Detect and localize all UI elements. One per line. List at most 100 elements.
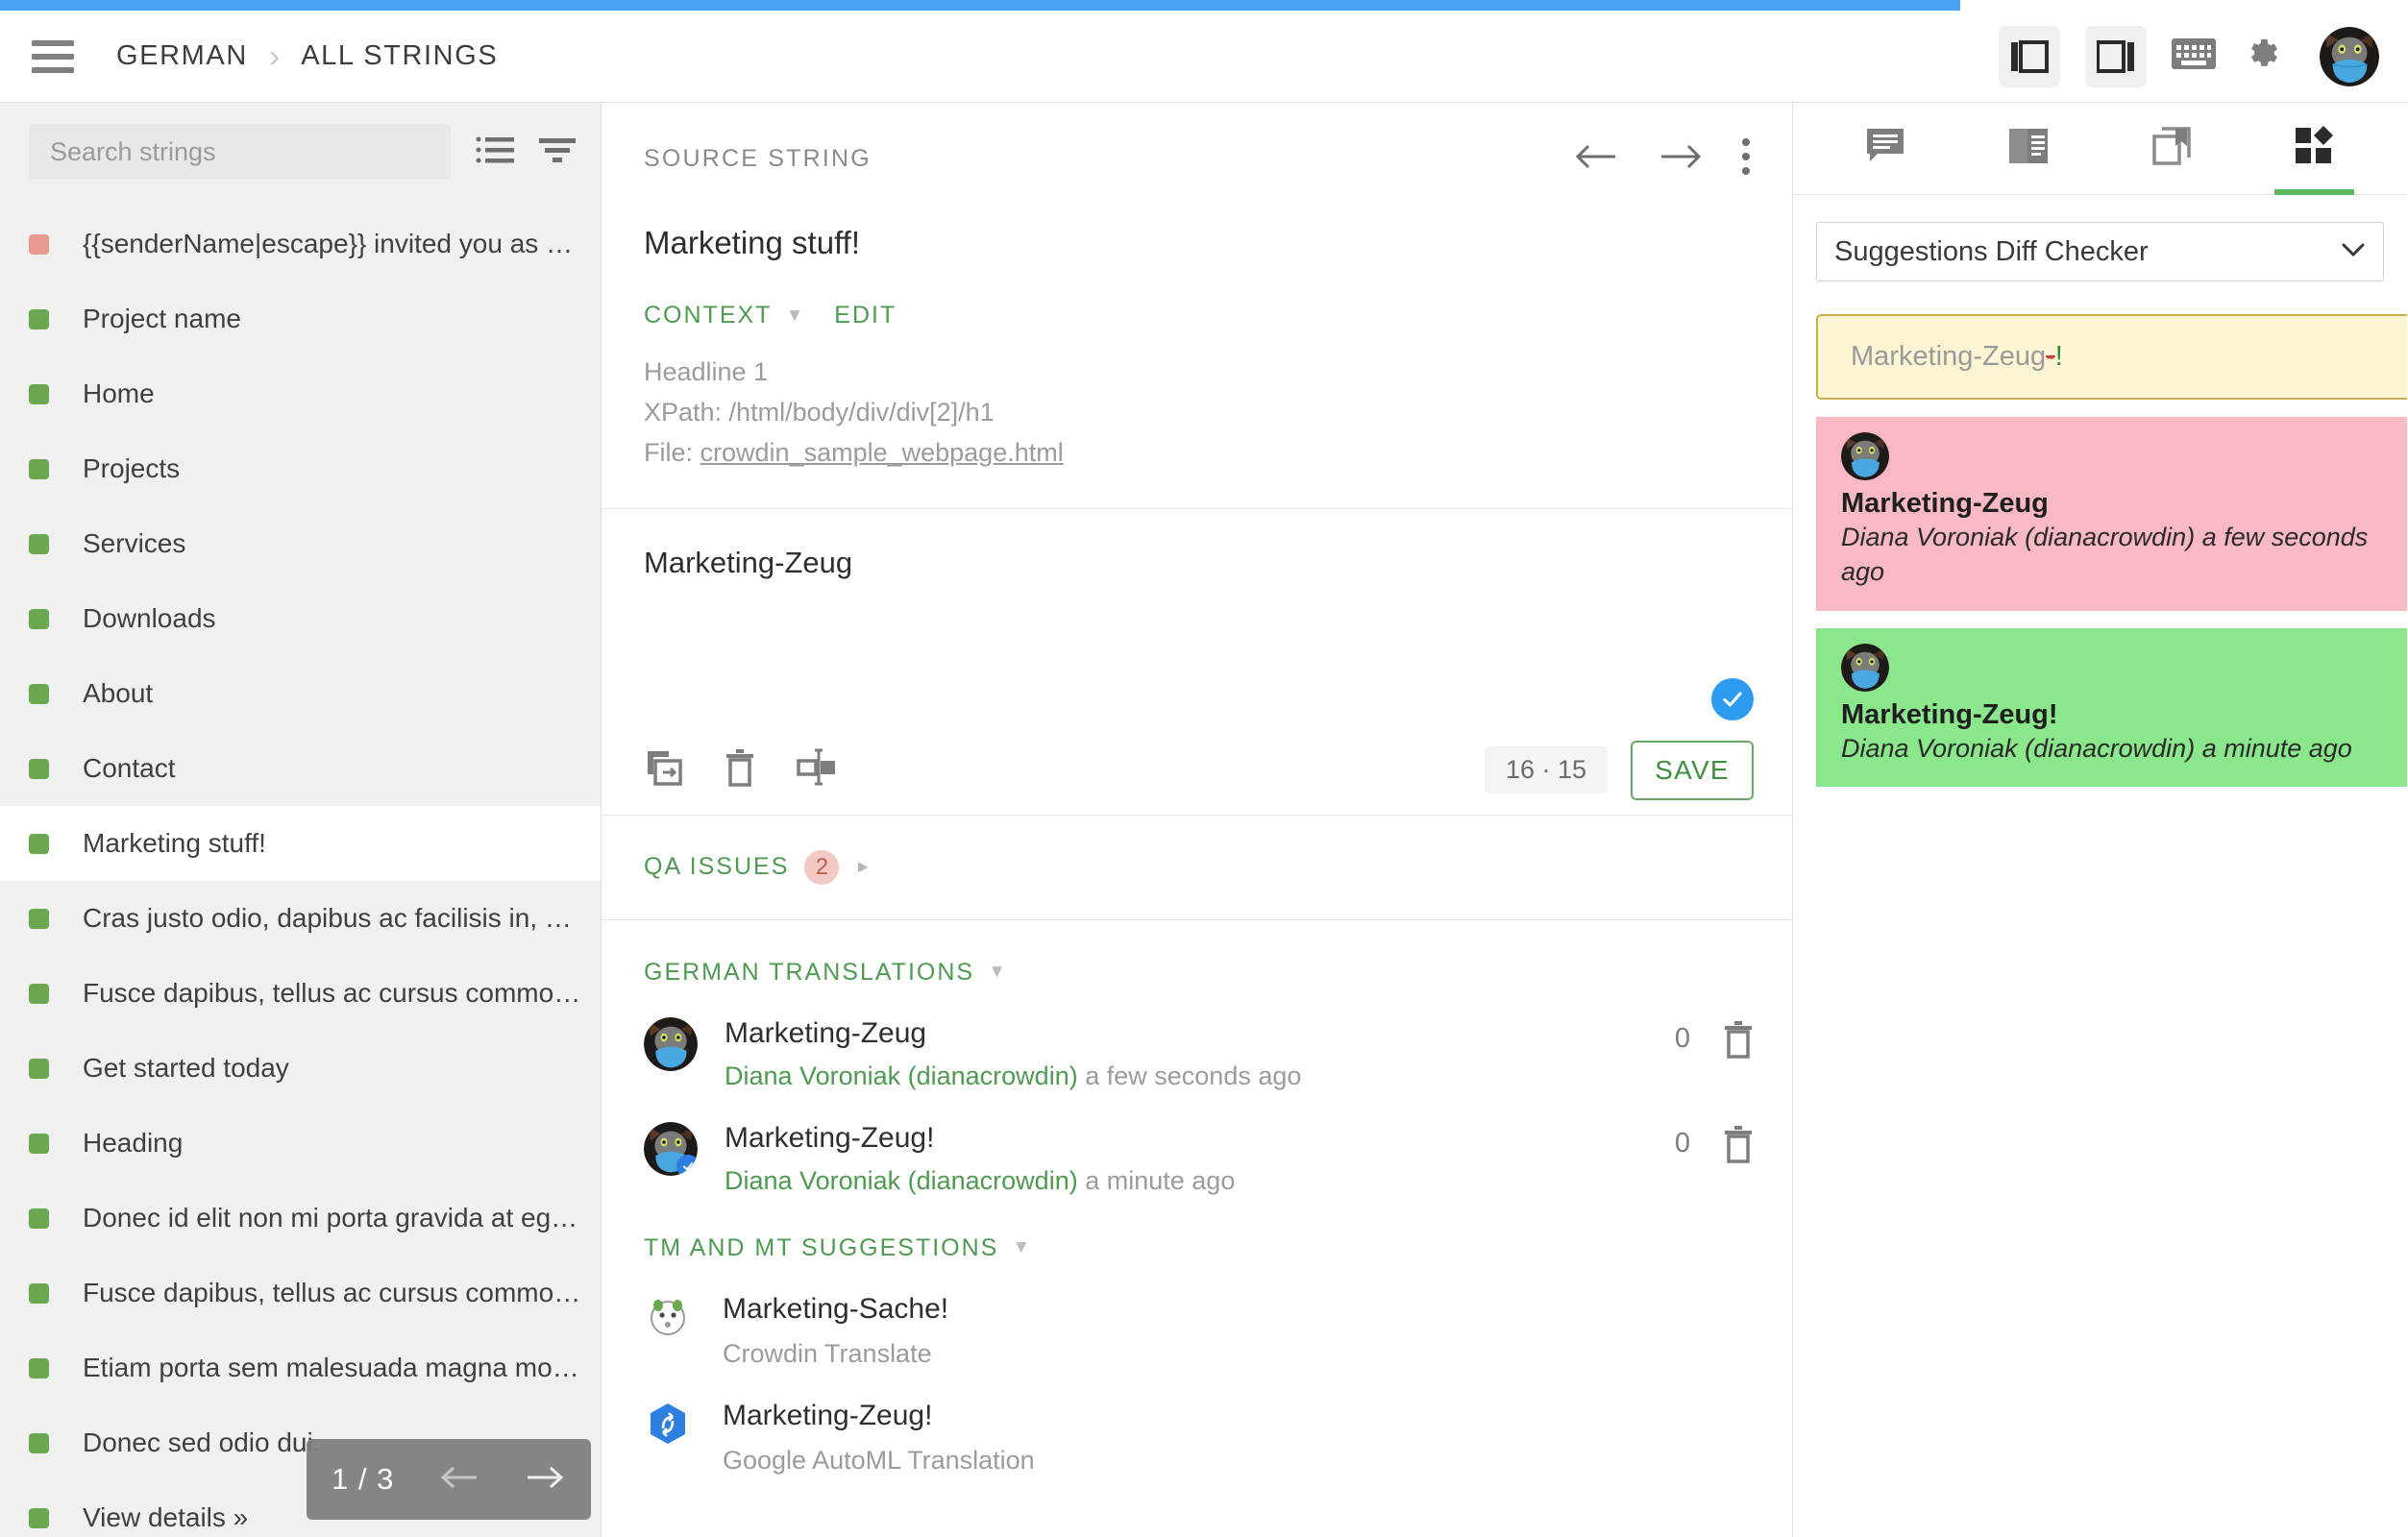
list-item[interactable]: Etiam porta sem malesuada magna moll… bbox=[0, 1330, 601, 1405]
side-by-side-icon bbox=[2008, 127, 2049, 170]
tab-glossary[interactable] bbox=[2101, 103, 2244, 194]
strings-list[interactable]: {{senderName|escape}} invited you as a …… bbox=[0, 207, 601, 1537]
context-line: Headline 1 bbox=[644, 353, 1750, 393]
trash-icon[interactable] bbox=[1723, 1017, 1754, 1064]
arrow-right-icon[interactable] bbox=[524, 1463, 566, 1497]
status-dot bbox=[29, 609, 49, 629]
suggestion-text: Marketing-Zeug! bbox=[723, 1400, 1035, 1432]
list-item-label: About bbox=[83, 678, 153, 709]
list-item[interactable]: Get started today bbox=[0, 1031, 601, 1106]
arrow-right-icon[interactable] bbox=[1658, 141, 1702, 177]
list-item[interactable]: Fusce dapibus, tellus ac cursus commod… bbox=[0, 1256, 601, 1330]
chevron-down-icon[interactable] bbox=[2341, 242, 2366, 262]
status-dot bbox=[29, 834, 49, 854]
arrow-left-icon[interactable] bbox=[438, 1463, 480, 1497]
user-avatar[interactable] bbox=[2320, 27, 2379, 86]
list-item[interactable]: Services bbox=[0, 506, 601, 581]
list-item[interactable]: About bbox=[0, 656, 601, 731]
status-dot bbox=[29, 759, 49, 779]
right-panel: Suggestions Diff Checker Marketing-Zeug-… bbox=[1793, 103, 2407, 1537]
diff-row-meta: Diana Voroniak (dianacrowdin) a few seco… bbox=[1841, 520, 2407, 590]
tab-side-by-side[interactable] bbox=[1957, 103, 2101, 194]
context-file-row: File: crowdin_sample_webpage.html bbox=[644, 433, 1750, 474]
diff-row-text: Marketing-Zeug! bbox=[1841, 699, 2407, 731]
status-dot bbox=[29, 1059, 49, 1079]
list-item[interactable]: Donec id elit non mi porta gravida at eg… bbox=[0, 1181, 601, 1256]
breadcrumb-scope[interactable]: ALL STRINGS bbox=[301, 40, 498, 72]
list-item-label: Donec id elit non mi porta gravida at eg… bbox=[83, 1203, 582, 1233]
translation-row[interactable]: Marketing-Zeug! Diana Voroniak (dianacro… bbox=[602, 1091, 1792, 1196]
translation-author[interactable]: Diana Voroniak (dianacrowdin) bbox=[725, 1166, 1078, 1195]
list-item[interactable]: Fusce dapibus, tellus ac cursus commod… bbox=[0, 956, 601, 1031]
translation-row-body: Marketing-Zeug Diana Voroniak (dianacrow… bbox=[725, 1017, 1675, 1091]
diff-inserted-text: ! bbox=[2055, 341, 2063, 372]
suggestion-row[interactable]: Marketing-Sache! Crowdin Translate bbox=[602, 1262, 1792, 1369]
search-input[interactable] bbox=[29, 124, 451, 180]
qa-issues-label[interactable]: QA ISSUES bbox=[644, 853, 789, 881]
trash-icon[interactable] bbox=[725, 747, 755, 793]
list-item[interactable]: Downloads bbox=[0, 581, 601, 656]
layout-left-panel-icon[interactable] bbox=[1999, 26, 2060, 87]
list-item[interactable]: Project name bbox=[0, 281, 601, 356]
source-string-actions bbox=[1575, 137, 1752, 181]
more-vertical-icon[interactable] bbox=[1740, 137, 1752, 181]
source-string-text: Marketing stuff! bbox=[602, 181, 1792, 261]
breadcrumb-language[interactable]: GERMAN bbox=[116, 40, 248, 72]
diff-row-added: Marketing-Zeug! Diana Voroniak (dianacro… bbox=[1816, 628, 2407, 787]
main-columns: {{senderName|escape}} invited you as a …… bbox=[0, 103, 2408, 1537]
caret-down-icon[interactable]: ▼ bbox=[988, 962, 1006, 983]
gear-icon[interactable] bbox=[2241, 33, 2283, 80]
status-dot bbox=[29, 1508, 49, 1528]
list-item-selected[interactable]: Marketing stuff! bbox=[0, 806, 601, 881]
list-item-label: Downloads bbox=[83, 603, 216, 634]
status-dot bbox=[29, 1134, 49, 1154]
list-item-label: Heading bbox=[83, 1128, 183, 1159]
list-item[interactable]: {{senderName|escape}} invited you as a … bbox=[0, 207, 601, 281]
caret-right-icon[interactable]: ► bbox=[854, 857, 872, 877]
list-view-icon[interactable] bbox=[476, 135, 514, 169]
comments-icon bbox=[1864, 125, 1906, 172]
caret-down-icon[interactable]: ▼ bbox=[1012, 1237, 1030, 1258]
translation-row[interactable]: Marketing-Zeug Diana Voroniak (dianacrow… bbox=[602, 987, 1792, 1091]
keyboard-icon[interactable] bbox=[2172, 38, 2216, 74]
qa-issues-row[interactable]: QA ISSUES 2 ► bbox=[602, 815, 1792, 920]
list-item[interactable]: Contact bbox=[0, 731, 601, 806]
non-breaking-space-icon[interactable] bbox=[796, 747, 838, 793]
arrow-left-icon[interactable] bbox=[1575, 141, 1619, 177]
translation-text: Marketing-Zeug bbox=[725, 1017, 1675, 1050]
caret-down-icon[interactable]: ▼ bbox=[785, 305, 803, 327]
context-file-link[interactable]: crowdin_sample_webpage.html bbox=[700, 438, 1064, 467]
translation-input-area[interactable]: Marketing-Zeug bbox=[602, 509, 1792, 726]
plugins-icon bbox=[2295, 126, 2335, 171]
translation-input-value[interactable]: Marketing-Zeug bbox=[644, 546, 1750, 580]
right-panel-tabs bbox=[1793, 103, 2407, 195]
layout-right-panel-icon[interactable] bbox=[2085, 26, 2147, 87]
context-details: Headline 1 XPath: /html/body/div/div[2]/… bbox=[602, 329, 1792, 474]
avatar bbox=[1841, 644, 1889, 692]
list-item[interactable]: Home bbox=[0, 356, 601, 431]
list-item[interactable]: Projects bbox=[0, 431, 601, 506]
tab-comments[interactable] bbox=[1814, 103, 1957, 194]
progress-strip bbox=[0, 0, 1960, 11]
diff-base-text: Marketing-Zeug bbox=[1851, 341, 2046, 372]
check-circle-icon[interactable] bbox=[1711, 678, 1754, 720]
list-item[interactable]: Cras justo odio, dapibus ac facilisis in… bbox=[0, 881, 601, 956]
list-item[interactable]: Heading bbox=[0, 1106, 601, 1181]
suggestion-row[interactable]: Marketing-Zeug! Google AutoML Translatio… bbox=[602, 1369, 1792, 1476]
translation-author[interactable]: Diana Voroniak (dianacrowdin) bbox=[725, 1061, 1078, 1090]
suggestion-source: Crowdin Translate bbox=[723, 1339, 948, 1369]
context-edit-button[interactable]: EDIT bbox=[834, 302, 897, 329]
hamburger-icon[interactable] bbox=[32, 40, 74, 73]
crowdin-translate-icon bbox=[644, 1293, 692, 1341]
status-dot bbox=[29, 1283, 49, 1304]
copy-source-icon[interactable] bbox=[644, 747, 684, 793]
list-item-label: Services bbox=[83, 528, 185, 559]
source-string-title: SOURCE STRING bbox=[644, 145, 872, 173]
context-toggle[interactable]: CONTEXT bbox=[644, 302, 772, 329]
tab-plugins[interactable] bbox=[2243, 103, 2386, 194]
trash-icon[interactable] bbox=[1723, 1122, 1754, 1169]
plugin-select[interactable]: Suggestions Diff Checker bbox=[1816, 222, 2384, 281]
filter-icon[interactable] bbox=[539, 135, 576, 169]
suggestion-body: Marketing-Zeug! Google AutoML Translatio… bbox=[723, 1400, 1035, 1476]
save-button[interactable]: SAVE bbox=[1631, 741, 1754, 800]
